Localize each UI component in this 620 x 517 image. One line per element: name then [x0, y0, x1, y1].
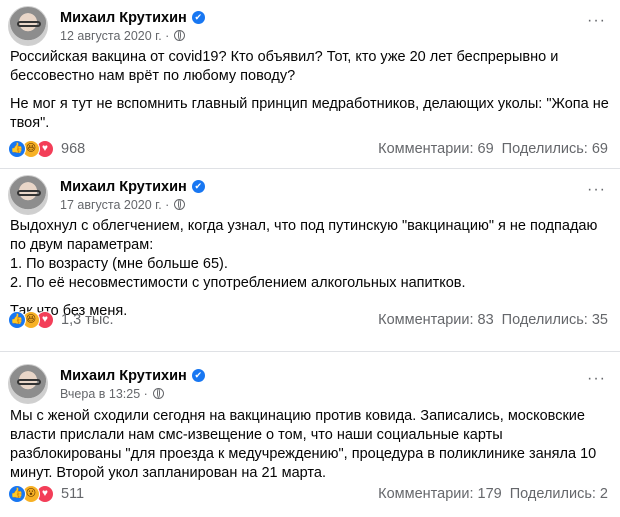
post-text: Мы с женой сходили сегодня на вакцинацию…	[10, 407, 610, 492]
post: Михаил Крутихин ✔ 17 августа 2020 г. · ·…	[0, 168, 620, 351]
comments-count[interactable]: Комментарии: 83	[378, 312, 494, 328]
post-meta: Михаил Крутихин ✔ Вчера в 13:25 ·	[60, 368, 205, 401]
like-icon: 👍	[8, 485, 26, 503]
reactions-summary[interactable]: 👍 😆 ♥ 968	[8, 140, 85, 158]
post-timestamp[interactable]: Вчера в 13:25 ·	[60, 387, 148, 401]
shares-count[interactable]: Поделились: 35	[502, 312, 608, 328]
comments-count[interactable]: Комментарии: 179	[378, 486, 502, 502]
verified-badge-icon: ✔	[191, 11, 205, 24]
time-line: Вчера в 13:25 ·	[60, 387, 205, 401]
more-options-icon[interactable]: ···	[587, 181, 606, 199]
time-line: 12 августа 2020 г. ·	[60, 29, 205, 43]
globe-icon	[174, 199, 186, 210]
reactions-summary[interactable]: 👍 😆 ♥ 1,3 тыс.	[8, 311, 114, 329]
post-paragraph: 2. По её несовместимости с употреблением…	[10, 275, 466, 291]
post-header: Михаил Крутихин ✔ 12 августа 2020 г. ·	[8, 6, 205, 46]
reaction-count[interactable]: 511	[61, 486, 84, 502]
time-line: 17 августа 2020 г. ·	[60, 198, 205, 212]
like-icon: 👍	[8, 311, 26, 329]
post-header: Михаил Крутихин ✔ Вчера в 13:25 ·	[8, 364, 205, 404]
post-footer: 👍 😮 ♥ 511 Комментарии: 179 Поделились: 2	[8, 484, 608, 504]
post-meta: Михаил Крутихин ✔ 12 августа 2020 г. ·	[60, 10, 205, 43]
post-paragraph: Мы с женой сходили сегодня на вакцинацию…	[10, 408, 597, 481]
post-paragraph: Не мог я тут не вспомнить главный принци…	[10, 96, 609, 131]
post-stats: Комментарии: 179 Поделились: 2	[378, 486, 608, 502]
avatar[interactable]	[8, 175, 48, 215]
like-icon: 👍	[8, 140, 26, 158]
globe-icon	[152, 388, 164, 399]
reaction-count[interactable]: 968	[61, 141, 85, 157]
post-paragraph: Выдохнул с облегчением, когда узнал, что…	[10, 218, 598, 253]
more-options-icon[interactable]: ···	[587, 370, 606, 388]
post: Михаил Крутихин ✔ 12 августа 2020 г. · ·…	[0, 0, 620, 168]
post-text: Российская вакцина от covid19? Кто объяв…	[10, 48, 610, 142]
more-options-icon[interactable]: ···	[587, 12, 606, 30]
post-paragraph: Российская вакцина от covid19? Кто объяв…	[10, 49, 559, 84]
author-name[interactable]: Михаил Крутихин	[60, 179, 187, 195]
author-line: Михаил Крутихин ✔	[60, 179, 205, 195]
post: Михаил Крутихин ✔ Вчера в 13:25 · ··· Мы…	[0, 351, 620, 517]
shares-count[interactable]: Поделились: 69	[502, 141, 608, 157]
avatar[interactable]	[8, 364, 48, 404]
post-meta: Михаил Крутихин ✔ 17 августа 2020 г. ·	[60, 179, 205, 212]
shares-count[interactable]: Поделились: 2	[510, 486, 608, 502]
author-name[interactable]: Михаил Крутихин	[60, 10, 187, 26]
post-stats: Комментарии: 83 Поделились: 35	[378, 312, 608, 328]
author-line: Михаил Крутихин ✔	[60, 368, 205, 384]
comments-count[interactable]: Комментарии: 69	[378, 141, 494, 157]
author-name[interactable]: Михаил Крутихин	[60, 368, 187, 384]
post-timestamp[interactable]: 17 августа 2020 г. ·	[60, 198, 169, 212]
reaction-count[interactable]: 1,3 тыс.	[61, 312, 114, 328]
post-footer: 👍 😆 ♥ 968 Комментарии: 69 Поделились: 69	[8, 139, 608, 159]
post-header: Михаил Крутихин ✔ 17 августа 2020 г. ·	[8, 175, 205, 215]
globe-icon	[174, 30, 186, 41]
reactions-summary[interactable]: 👍 😮 ♥ 511	[8, 485, 84, 503]
avatar[interactable]	[8, 6, 48, 46]
post-paragraph: 1. По возрасту (мне больше 65).	[10, 256, 228, 272]
verified-badge-icon: ✔	[191, 180, 205, 193]
post-timestamp[interactable]: 12 августа 2020 г. ·	[60, 29, 169, 43]
author-line: Михаил Крутихин ✔	[60, 10, 205, 26]
post-stats: Комментарии: 69 Поделились: 69	[378, 141, 608, 157]
news-feed: Михаил Крутихин ✔ 12 августа 2020 г. · ·…	[0, 0, 620, 517]
post-footer: 👍 😆 ♥ 1,3 тыс. Комментарии: 83 Поделилис…	[8, 310, 608, 330]
verified-badge-icon: ✔	[191, 369, 205, 382]
